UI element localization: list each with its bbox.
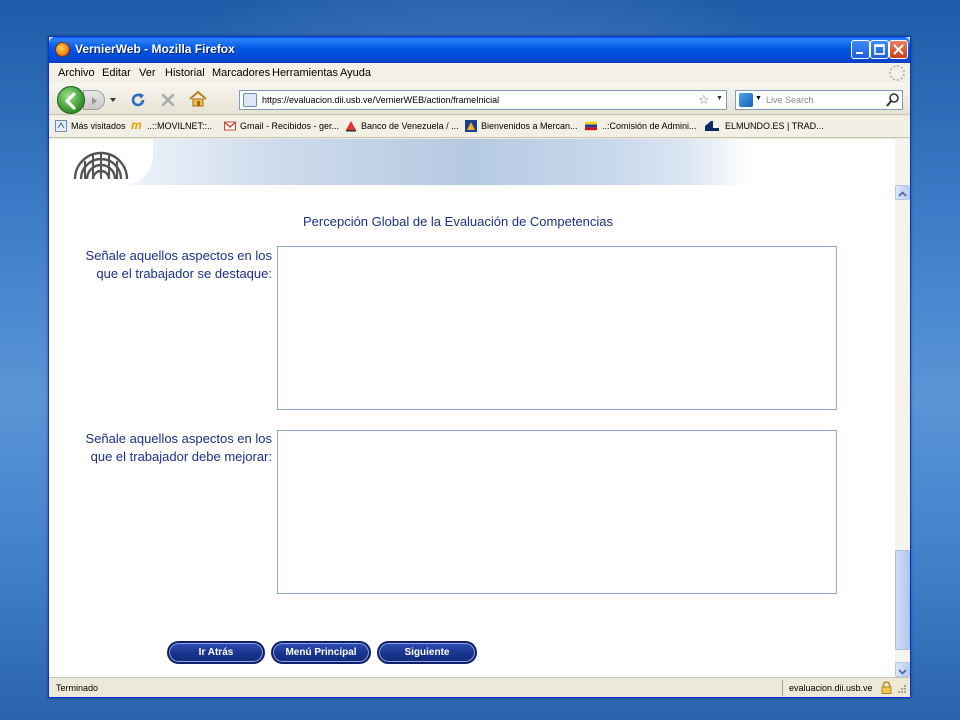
stop-icon[interactable] [159, 91, 177, 109]
forward-button[interactable] [83, 90, 105, 110]
reload-icon[interactable] [129, 91, 147, 109]
maximize-icon [874, 44, 885, 55]
page-content: Percepción Global de la Evaluación de Co… [49, 139, 895, 677]
status-divider [782, 680, 783, 696]
title-bar: VernierWeb - Mozilla Firefox [49, 37, 910, 63]
menu-archivo[interactable]: Archivo [58, 67, 95, 79]
venezuela-flag-icon [585, 121, 597, 131]
back-page-button[interactable]: Ir Atrás [167, 641, 265, 664]
close-button[interactable] [889, 40, 908, 59]
banco-venezuela-icon [346, 121, 356, 132]
scroll-up-button[interactable] [895, 185, 910, 200]
strengths-label-line2: que el trabajador se destaque: [96, 266, 272, 281]
next-button[interactable]: Siguiente [377, 641, 477, 664]
improvements-label-line2: que el trabajador debe mejorar: [90, 449, 272, 464]
main-menu-button[interactable]: Menú Principal [271, 641, 371, 664]
strengths-label-line1: Señale aquellos aspectos en los [85, 248, 272, 263]
minimize-button[interactable] [851, 40, 870, 59]
header-banner [49, 139, 895, 185]
menu-ver[interactable]: Ver [139, 67, 156, 79]
bookmark-banco-venezuela[interactable]: Banco de Venezuela / ... [361, 121, 459, 131]
movilnet-icon: m [131, 118, 142, 132]
status-domain: evaluacion.dii.usb.ve [789, 683, 873, 693]
mercantil-icon [465, 120, 477, 132]
status-bar: Terminado evaluacion.dii.usb.ve [49, 677, 910, 697]
scroll-down-button[interactable] [895, 662, 910, 677]
url-dropdown-icon[interactable]: ▼ [716, 95, 723, 102]
bookmark-comision[interactable]: ..:Comisión de Admini... [602, 121, 697, 131]
search-engine-icon[interactable] [739, 93, 753, 107]
improvements-label-line1: Señale aquellos aspectos en los [85, 431, 272, 446]
back-arrow-icon [65, 92, 76, 110]
bookmark-star-icon[interactable]: ☆ [698, 92, 710, 108]
maximize-button[interactable] [870, 40, 889, 59]
gmail-icon [224, 121, 236, 131]
window-title: VernierWeb - Mozilla Firefox [75, 42, 235, 56]
bookmark-elmundo[interactable]: ELMUNDO.ES | TRAD... [725, 121, 824, 131]
search-bar[interactable]: ▼ Live Search [735, 90, 903, 110]
navigation-toolbar: https://evaluacion.dii.usb.ve/VernierWEB… [49, 83, 910, 115]
page-title: Percepción Global de la Evaluación de Co… [303, 214, 614, 229]
status-text: Terminado [56, 683, 99, 693]
strengths-textarea[interactable] [277, 246, 837, 410]
lock-icon[interactable] [881, 681, 892, 694]
menu-herramientas[interactable]: Herramientas [272, 67, 338, 79]
home-icon[interactable] [188, 90, 208, 108]
elmundo-icon [705, 121, 719, 131]
browser-window: VernierWeb - Mozilla Firefox Archivo Edi… [48, 36, 911, 698]
menu-historial[interactable]: Historial [165, 67, 205, 79]
bookmark-gmail[interactable]: Gmail - Recibidos - ger... [240, 121, 339, 131]
search-go-icon[interactable] [886, 92, 900, 108]
bookmark-mercantil[interactable]: Bienvenidos a Mercan... [481, 121, 578, 131]
menu-marcadores[interactable]: Marcadores [212, 67, 270, 79]
history-dropdown-icon[interactable] [109, 96, 117, 104]
most-visited-icon [55, 120, 67, 132]
back-button[interactable] [57, 86, 85, 114]
resize-grip-icon[interactable] [897, 684, 907, 694]
search-placeholder: Live Search [766, 95, 814, 105]
bookmark-movilnet[interactable]: ..::MOVILNET::.. [147, 121, 212, 131]
scroll-up-icon [898, 191, 907, 197]
url-text: https://evaluacion.dii.usb.ve/VernierWEB… [262, 95, 500, 105]
address-bar[interactable]: https://evaluacion.dii.usb.ve/VernierWEB… [239, 90, 727, 110]
firefox-icon [55, 42, 70, 57]
bookmarks-toolbar: Más visitados m ..::MOVILNET::.. Gmail -… [49, 116, 910, 138]
search-engine-dropdown-icon[interactable]: ▼ [755, 95, 762, 102]
page-favicon-icon [243, 93, 257, 107]
throbber-icon [889, 65, 905, 81]
menu-ayuda[interactable]: Ayuda [340, 67, 371, 79]
minimize-icon [856, 52, 863, 54]
menu-bar: Archivo Editar Ver Historial Marcadores … [49, 63, 910, 83]
improvements-textarea[interactable] [277, 430, 837, 594]
university-logo-icon [73, 151, 129, 180]
strengths-label: Señale aquellos aspectos en los que el t… [52, 247, 272, 283]
scroll-thumb[interactable] [895, 550, 910, 650]
vertical-scrollbar[interactable] [895, 139, 910, 677]
menu-editar[interactable]: Editar [102, 67, 131, 79]
bookmark-most-visited[interactable]: Más visitados [71, 121, 126, 131]
close-icon [893, 44, 904, 55]
improvements-label: Señale aquellos aspectos en los que el t… [52, 430, 272, 466]
forward-arrow-icon [92, 97, 97, 105]
